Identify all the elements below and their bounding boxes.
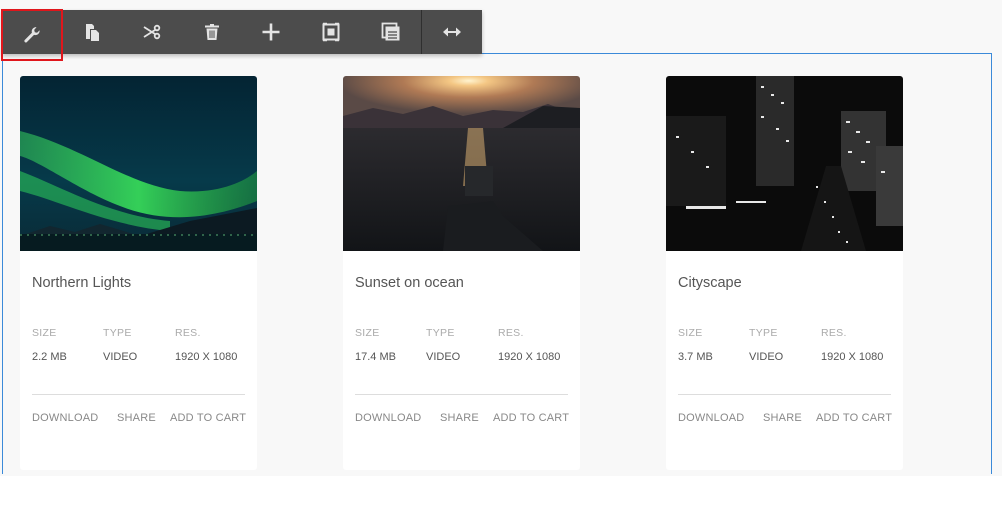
type-value: VIDEO <box>749 351 784 363</box>
res-value: 1920 X 1080 <box>498 351 561 363</box>
scissors-icon <box>143 24 160 40</box>
res-label: RES. <box>821 327 847 339</box>
media-card: Northern Lights SIZE TYPE RES. 2.2 MB VI… <box>20 76 257 470</box>
add-to-cart-link[interactable]: ADD TO CART <box>816 412 892 424</box>
type-label: TYPE <box>749 327 778 339</box>
download-link[interactable]: DOWNLOAD <box>678 412 744 424</box>
share-link[interactable]: SHARE <box>440 412 479 424</box>
plus-icon <box>262 23 280 41</box>
card-title: Northern Lights <box>32 275 132 291</box>
type-value: VIDEO <box>426 351 461 363</box>
type-label: TYPE <box>103 327 132 339</box>
sunset-ocean-image <box>343 76 580 251</box>
horizontal-resize-icon <box>443 27 462 37</box>
select-frame-icon <box>322 22 340 42</box>
copy-button[interactable] <box>62 10 122 54</box>
card-title: Cityscape <box>678 275 742 291</box>
download-link[interactable]: DOWNLOAD <box>32 412 98 424</box>
wrench-icon <box>24 27 40 43</box>
aurora-image <box>20 76 257 251</box>
cityscape-image <box>666 76 903 251</box>
select-parent-button[interactable] <box>301 10 361 54</box>
res-label: RES. <box>498 327 524 339</box>
type-label: TYPE <box>426 327 455 339</box>
size-label: SIZE <box>32 327 57 339</box>
media-card: Cityscape SIZE TYPE RES. 3.7 MB VIDEO 19… <box>666 76 903 470</box>
add-to-cart-link[interactable]: ADD TO CART <box>493 412 569 424</box>
component-toolbar <box>1 9 482 61</box>
add-button[interactable] <box>242 10 302 54</box>
type-value: VIDEO <box>103 351 138 363</box>
share-link[interactable]: SHARE <box>763 412 802 424</box>
card-divider <box>355 394 568 395</box>
layout-panel-icon <box>381 22 400 41</box>
size-value: 17.4 MB <box>355 351 396 363</box>
share-link[interactable]: SHARE <box>117 412 156 424</box>
copy-icon <box>85 24 99 41</box>
settings-button[interactable] <box>1 9 63 61</box>
cut-button[interactable] <box>122 10 182 54</box>
size-label: SIZE <box>678 327 703 339</box>
res-label: RES. <box>175 327 201 339</box>
card-divider <box>32 394 245 395</box>
layout-button[interactable] <box>361 10 421 54</box>
res-value: 1920 X 1080 <box>175 351 238 363</box>
res-value: 1920 X 1080 <box>821 351 884 363</box>
trash-icon <box>204 24 219 40</box>
add-to-cart-link[interactable]: ADD TO CART <box>170 412 246 424</box>
resize-button[interactable] <box>421 10 482 54</box>
delete-button[interactable] <box>182 10 242 54</box>
media-card: Sunset on ocean SIZE TYPE RES. 17.4 MB V… <box>343 76 580 470</box>
download-link[interactable]: DOWNLOAD <box>355 412 421 424</box>
size-value: 3.7 MB <box>678 351 713 363</box>
size-value: 2.2 MB <box>32 351 67 363</box>
card-title: Sunset on ocean <box>355 275 464 291</box>
size-label: SIZE <box>355 327 380 339</box>
card-divider <box>678 394 891 395</box>
